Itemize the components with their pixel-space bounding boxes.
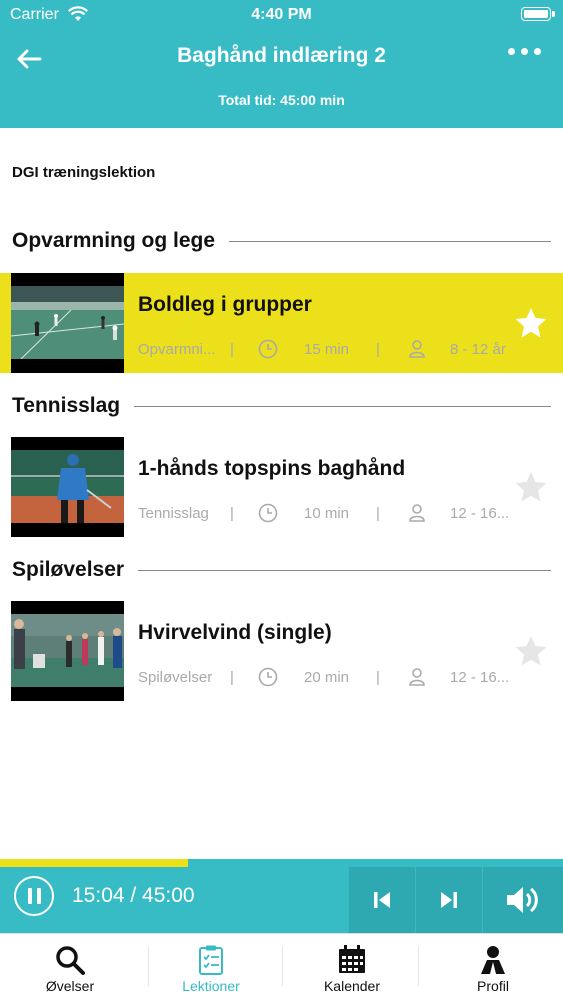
more-options-button[interactable]: [508, 48, 541, 55]
video-thumbnail-image: [11, 614, 124, 687]
calendar-icon: [339, 945, 365, 973]
favorite-star-icon[interactable]: [514, 471, 548, 503]
tab-label: Lektioner: [182, 978, 240, 994]
meta-separator: |: [376, 505, 380, 522]
tab-label: Kalender: [323, 978, 381, 994]
favorite-star-icon[interactable]: [514, 635, 548, 667]
section-header-warmup: Opvarmning og lege: [12, 227, 551, 255]
tab-oevelser[interactable]: Øvelser: [0, 934, 140, 1000]
speaker-icon: [507, 887, 538, 913]
battery-icon: [521, 7, 555, 21]
meta-separator: |: [376, 341, 380, 358]
header-bar: Carrier 4:40 PM Baghånd indlæring 2 Tota…: [0, 0, 563, 128]
favorite-star-icon[interactable]: [514, 307, 548, 339]
section-header-spiloevelser: Spiløvelser: [12, 556, 551, 584]
exercise-category: Tennisslag: [138, 505, 209, 522]
section-divider: [138, 569, 551, 571]
exercise-title: Boldleg i grupper: [138, 293, 312, 316]
pause-button[interactable]: [14, 876, 54, 916]
pause-icon: [27, 888, 32, 904]
exercise-title: 1-hånds topspins baghånd: [138, 457, 406, 480]
clipboard-checklist-icon: [199, 945, 223, 975]
exercise-duration: 10 min: [304, 505, 350, 522]
person-icon: [409, 668, 425, 686]
dot-icon: [521, 48, 528, 55]
section-title: Tennisslag: [12, 394, 121, 417]
tab-profil[interactable]: Profil: [423, 934, 563, 1000]
page-title: Baghånd indlæring 2: [177, 44, 386, 67]
video-thumbnail-image: [11, 450, 124, 523]
exercise-duration: 15 min: [304, 341, 350, 358]
exercise-duration: 20 min: [304, 669, 350, 686]
skip-previous-icon: [374, 892, 390, 908]
dot-icon: [508, 48, 515, 55]
playback-progress-fill: [0, 859, 189, 867]
section-header-tennisslag: Tennisslag: [12, 392, 551, 420]
previous-button[interactable]: [349, 867, 415, 933]
exercise-category: Spiløvelser: [138, 669, 213, 686]
exercise-meta: Spiløvelser | 20 min | 12 - 16...: [138, 667, 510, 689]
video-thumbnail-image: [11, 286, 124, 359]
exercise-title: Hvirvelvind (single): [138, 621, 332, 644]
playback-time: 15:04 / 45:00: [72, 884, 195, 907]
section-title: Spiløvelser: [12, 558, 125, 581]
clock-icon: [258, 503, 278, 523]
clock-icon: [258, 339, 278, 359]
clock-icon: [258, 667, 278, 687]
status-bar: Carrier 4:40 PM: [0, 0, 563, 30]
dot-icon: [534, 48, 541, 55]
exercise-row[interactable]: 1-hånds topspins baghånd Tennisslag | 10…: [0, 437, 563, 537]
meta-separator: |: [230, 341, 234, 358]
tab-lektioner[interactable]: Lektioner: [141, 934, 281, 1000]
lesson-type-label: DGI træningslektion: [12, 164, 156, 181]
section-divider: [229, 240, 551, 242]
volume-button[interactable]: [483, 867, 563, 933]
tab-kalender[interactable]: Kalender: [282, 934, 422, 1000]
next-button[interactable]: [416, 867, 482, 933]
exercise-thumbnail: [11, 273, 124, 373]
lesson-screen: Carrier 4:40 PM Baghånd indlæring 2 Tota…: [0, 0, 563, 1000]
profile-icon: [481, 946, 505, 974]
exercise-thumbnail: [11, 437, 124, 537]
pause-icon: [36, 888, 41, 904]
section-divider: [134, 405, 551, 407]
exercise-row[interactable]: Hvirvelvind (single) Spiløvelser | 20 mi…: [0, 601, 563, 701]
exercise-age: 12 - 16...: [450, 669, 510, 686]
tab-bar: Øvelser Lektioner Kalender Profil: [0, 933, 563, 1000]
status-time: 4:40 PM: [251, 6, 312, 23]
total-time-label: Total tid: 45:00 min: [218, 92, 345, 108]
tab-label: Profil: [477, 978, 509, 994]
meta-separator: |: [230, 505, 234, 522]
playback-progress-bar[interactable]: [0, 859, 563, 867]
exercise-age: 12 - 16...: [450, 505, 510, 522]
exercise-age: 8 - 12 år: [450, 341, 506, 358]
exercise-meta: Opvarmni... | 15 min | 8 - 12 år: [138, 339, 510, 361]
exercise-thumbnail: [11, 601, 124, 701]
person-icon: [409, 504, 425, 522]
section-title: Opvarmning og lege: [12, 229, 216, 252]
search-icon: [56, 946, 85, 975]
tab-divider: [418, 946, 419, 986]
skip-next-icon: [441, 892, 457, 908]
exercise-meta: Tennisslag | 10 min | 12 - 16...: [138, 503, 510, 525]
meta-separator: |: [376, 669, 380, 686]
audio-player: 15:04 / 45:00: [0, 867, 563, 933]
exercise-row[interactable]: Boldleg i grupper Opvarmni... | 15 min |…: [0, 273, 563, 373]
person-icon: [409, 340, 425, 358]
meta-separator: |: [230, 669, 234, 686]
tab-label: Øvelser: [45, 978, 95, 994]
exercise-category: Opvarmni...: [138, 341, 216, 358]
